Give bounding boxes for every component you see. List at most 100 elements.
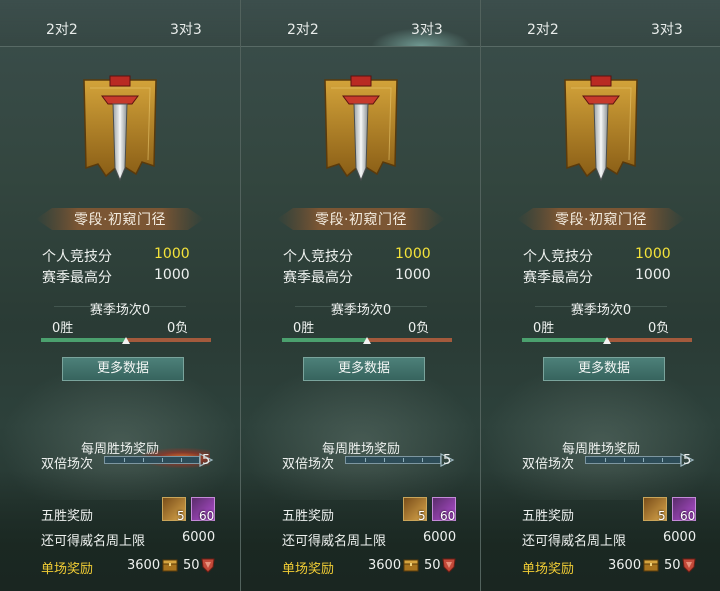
wins-count: 0胜 <box>52 321 74 336</box>
double-bar-divider <box>365 458 366 462</box>
remaining-cap-label: 还可得威名周上限 <box>282 534 387 549</box>
double-bar-divider <box>162 458 163 462</box>
five-win-reward-label: 五胜奖励 <box>282 509 335 524</box>
shield-currency-icon <box>681 557 697 573</box>
single-match-reward-label: 单场奖励 <box>282 562 335 577</box>
single-reward-value-2: 50 <box>664 558 681 573</box>
double-matches-label: 双倍场次 <box>41 457 94 472</box>
remaining-cap-value: 6000 <box>423 530 457 545</box>
personal-score-label: 个人竞技分 <box>283 249 353 265</box>
mode-tab-bar: 2对2 3对3 <box>481 0 720 47</box>
double-matches-bar <box>104 456 200 464</box>
double-matches-count: 5 <box>443 453 452 468</box>
double-matches-label: 双倍场次 <box>522 457 575 472</box>
background-mist <box>481 360 720 500</box>
double-matches-label: 双倍场次 <box>282 457 335 472</box>
single-match-reward-label: 单场奖励 <box>41 562 94 577</box>
tab-3v3[interactable]: 3对3 <box>651 19 683 39</box>
mode-tab-bar: 2对2 3对3 <box>241 0 480 47</box>
arena-screen: 2对2 3对3 零段·初窥门径个人竞技分 1000 赛季最高分 1000 赛季场次0 0胜 0负… <box>0 0 720 591</box>
win-portion <box>282 338 367 342</box>
more-data-button[interactable]: 更多数据 <box>543 357 665 381</box>
personal-score-value: 1000 <box>395 246 431 262</box>
season-high-label: 赛季最高分 <box>42 270 112 286</box>
season-matches: 赛季场次0 <box>89 303 151 318</box>
double-bar-divider <box>124 458 125 462</box>
personal-score-label: 个人竞技分 <box>42 249 112 265</box>
single-reward-value-2: 50 <box>424 558 441 573</box>
double-bar-divider <box>384 458 385 462</box>
tab-2v2[interactable]: 2对2 <box>46 19 78 39</box>
item-count: 5 <box>658 509 666 523</box>
mode-tab-bar: 2对2 3对3 <box>0 0 240 47</box>
rank-name: 零段·初窥门径 <box>555 212 647 228</box>
single-match-reward-label: 单场奖励 <box>522 562 575 577</box>
single-reward-value-1: 3600 <box>127 558 161 573</box>
remaining-cap-value: 6000 <box>182 530 216 545</box>
double-bar-divider <box>403 458 404 462</box>
win-loss-marker-icon <box>603 337 611 344</box>
double-bar-divider <box>643 458 644 462</box>
shield-currency-icon <box>441 557 457 573</box>
losses-count: 0负 <box>167 321 189 336</box>
more-data-button[interactable]: 更多数据 <box>62 357 184 381</box>
arena-panel-2: 2对2 3对3 零段·初窥门径 个人竞技分 1000 赛季最高分 1000 赛季场次0 0胜 0负… <box>240 0 480 591</box>
background-mist <box>241 360 480 500</box>
win-portion <box>522 338 607 342</box>
remaining-cap-label: 还可得威名周上限 <box>41 534 146 549</box>
single-reward-value-1: 3600 <box>368 558 402 573</box>
win-loss-marker-icon <box>363 337 371 344</box>
double-bar-divider <box>422 458 423 462</box>
chest-currency-icon <box>162 557 178 573</box>
double-matches-count: 5 <box>202 453 211 468</box>
remaining-cap-value: 6000 <box>663 530 697 545</box>
season-high-label: 赛季最高分 <box>523 270 593 286</box>
item-count: 5 <box>418 509 426 523</box>
wins-count: 0胜 <box>293 321 315 336</box>
season-high-value: 1000 <box>635 267 671 283</box>
five-win-reward-label: 五胜奖励 <box>522 509 575 524</box>
win-portion <box>41 338 126 342</box>
shield-currency-icon <box>200 557 216 573</box>
double-bar-divider <box>605 458 606 462</box>
more-data-button[interactable]: 更多数据 <box>303 357 425 381</box>
wins-count: 0胜 <box>533 321 555 336</box>
single-reward-value-2: 50 <box>183 558 200 573</box>
arena-panel-3: 2对2 3对3 零段·初窥门径个人竞技分 1000 赛季最高分 1000 赛季场次0 0胜 0负… <box>480 0 720 591</box>
personal-score-label: 个人竞技分 <box>523 249 593 265</box>
tab-2v2[interactable]: 2对2 <box>527 19 559 39</box>
rank-name: 零段·初窥门径 <box>315 212 407 228</box>
item-count: 60 <box>440 509 456 523</box>
double-bar-divider <box>143 458 144 462</box>
double-matches-count: 5 <box>683 453 692 468</box>
rank-sword-emblem-icon <box>80 70 160 190</box>
double-matches-bar <box>345 456 441 464</box>
win-loss-marker-icon <box>122 337 130 344</box>
chest-currency-icon <box>403 557 419 573</box>
item-count: 60 <box>680 509 696 523</box>
season-matches: 赛季场次0 <box>570 303 632 318</box>
tab-3v3[interactable]: 3对3 <box>170 19 202 39</box>
season-high-value: 1000 <box>154 267 190 283</box>
background-mist <box>0 360 240 500</box>
tab-3v3[interactable]: 3对3 <box>411 19 443 39</box>
remaining-cap-label: 还可得威名周上限 <box>522 534 627 549</box>
five-win-reward-label: 五胜奖励 <box>41 509 94 524</box>
double-matches-bar <box>585 456 681 464</box>
chest-currency-icon <box>643 557 659 573</box>
season-high-value: 1000 <box>395 267 431 283</box>
losses-count: 0负 <box>648 321 670 336</box>
item-count: 60 <box>199 509 215 523</box>
rank-sword-emblem-icon <box>321 70 401 190</box>
double-bar-divider <box>624 458 625 462</box>
rank-name: 零段·初窥门径 <box>74 212 166 228</box>
double-bar-divider <box>662 458 663 462</box>
rank-sword-emblem-icon <box>561 70 641 190</box>
single-reward-value-1: 3600 <box>608 558 642 573</box>
season-matches: 赛季场次0 <box>330 303 392 318</box>
double-bar-divider <box>181 458 182 462</box>
personal-score-value: 1000 <box>154 246 190 262</box>
arena-panel-1: 2对2 3对3 零段·初窥门径个人竞技分 1000 赛季最高分 1000 赛季场次0 0胜 0负… <box>0 0 240 591</box>
personal-score-value: 1000 <box>635 246 671 262</box>
tab-2v2[interactable]: 2对2 <box>287 19 319 39</box>
